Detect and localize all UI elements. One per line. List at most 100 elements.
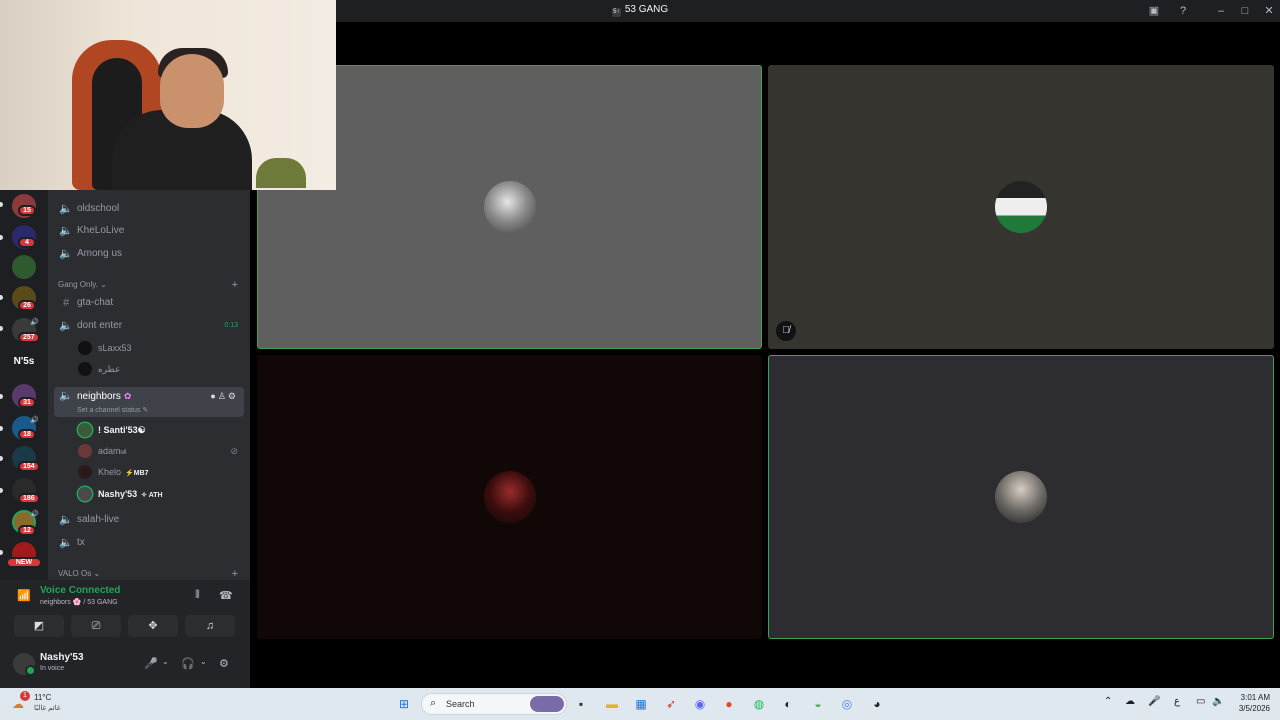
server-icon: 5↑ (611, 8, 621, 17)
network-icon[interactable]: ▭ (1196, 696, 1205, 707)
video-tile-2[interactable]: 🎙̸ (768, 65, 1274, 349)
minimize-button[interactable]: – (1213, 3, 1229, 19)
headphones-icon[interactable]: 🎧 (181, 657, 195, 670)
chevron-down-icon[interactable]: ⌄ (162, 657, 169, 666)
unread-dot (0, 426, 3, 431)
task-view-icon[interactable]: ▪ (571, 694, 591, 714)
steam-icon[interactable]: ◐ (778, 694, 798, 714)
unread-dot (0, 295, 3, 300)
voice-location[interactable]: neighbors 🌸 / 53 GANG (40, 598, 118, 606)
voice-channel-dont-enter[interactable]: 🔈 dont enter 0:13 (54, 316, 244, 336)
spotify-icon[interactable]: ◍ (749, 694, 769, 714)
video-tile-4[interactable] (768, 355, 1274, 639)
speaker-icon: 🔊 (30, 511, 39, 518)
close-button[interactable]: ✕ (1261, 3, 1277, 19)
chevron-up-icon[interactable]: ⌃ (1104, 696, 1112, 707)
store-icon[interactable]: ▦ (631, 694, 651, 714)
speaker-icon: 🔈 (59, 320, 73, 332)
camera-off-button[interactable]: ◩ (14, 615, 64, 637)
voice-channel-salah-live[interactable]: 🔈 salah-live (54, 510, 244, 530)
category-gang-only[interactable]: Gang Only. ⌄ + (58, 278, 244, 292)
category-valo[interactable]: VALO Os ⌄ + (58, 567, 244, 580)
channel-status[interactable]: Set a channel status ✎ (77, 402, 148, 420)
chevron-down-icon[interactable]: ⌄ (200, 657, 207, 666)
speaker-icon: 🔊 (30, 417, 39, 424)
help-icon[interactable]: ? (1175, 3, 1191, 19)
avatar (483, 181, 536, 233)
cloud-icon[interactable]: ☁ (1125, 696, 1135, 707)
voice-status[interactable]: Voice Connected (40, 585, 120, 596)
discord-icon[interactable]: ◉ (690, 694, 710, 714)
game-launcher-icon[interactable]: ➶ (661, 694, 681, 714)
voice-member[interactable]: ! Santi'53☯ (78, 420, 244, 440)
activities-button[interactable]: ✥ (128, 615, 178, 637)
weather-temp[interactable]: 11°C (34, 693, 51, 702)
voice-channel-oldschool[interactable]: 🔈 oldschool (54, 199, 244, 219)
avatar (78, 362, 92, 376)
channel-timer: 0:13 (224, 322, 238, 329)
weather-description[interactable]: غائم غالبًا (34, 704, 61, 712)
voice-member[interactable]: Khelo ⚡MB7 (78, 462, 244, 482)
voice-member[interactable]: عطره (78, 359, 244, 379)
mention-badge: 26 (18, 300, 36, 311)
person-head (160, 54, 224, 128)
maximize-button[interactable]: □ (1237, 3, 1253, 19)
member-name: Nashy'53 (98, 489, 138, 499)
voice-channel-neighbors[interactable]: 🔈 neighbors ✿ Set a channel status ✎ ●♙⚙ (54, 387, 244, 417)
file-explorer-icon[interactable]: ▬ (602, 694, 622, 714)
search-highlight-icon (530, 696, 564, 712)
mention-badge: 4 (18, 237, 36, 248)
add-channel-icon[interactable]: + (232, 278, 238, 292)
weather-icon[interactable]: ☁ (8, 694, 28, 714)
volume-icon[interactable]: 🔈 (1212, 696, 1224, 707)
disconnect-icon[interactable]: ☎ (219, 589, 233, 602)
noise-suppression-icon[interactable]: ⦀ (195, 589, 200, 602)
voice-channel-among-us[interactable]: 🔈 Among us (54, 244, 244, 264)
chat-icon[interactable]: ● (210, 391, 217, 401)
speaker-icon: 🔈 (59, 225, 73, 237)
invite-icon[interactable]: ♙ (218, 391, 228, 401)
microphone-icon[interactable]: 🎤 (144, 657, 158, 670)
voice-channel-khelolive[interactable]: 🔈 KheLoLive (54, 221, 244, 241)
server-rail: 15 4 26 🔊 257 N'5s 31 🔊 18 154 186 🔊 12 … (0, 190, 48, 580)
user-name[interactable]: Nashy'53 (40, 652, 84, 663)
mention-badge: 31 (18, 397, 36, 408)
windows-start-icon[interactable]: ⊞ (394, 694, 414, 714)
channel-actions: ●♙⚙ (210, 387, 238, 405)
taskbar-search[interactable]: ⌕ Search (421, 693, 567, 715)
microphone-icon[interactable]: 🎤 (1148, 696, 1160, 707)
app-icon[interactable]: ◕ (867, 694, 887, 714)
app-icon[interactable]: ◒ (808, 694, 828, 714)
unread-dot (0, 326, 3, 331)
channel-name: salah-live (77, 514, 120, 525)
screen-share-button[interactable]: ⎚ (71, 615, 121, 637)
clock-date[interactable]: 3/5/2026 (1230, 704, 1270, 713)
channel-name: KheLoLive (77, 225, 125, 236)
chrome-icon[interactable]: ◎ (837, 694, 857, 714)
voice-member[interactable]: Nashy'53 ✧ ATH (78, 484, 244, 504)
app-icon[interactable]: ● (719, 694, 739, 714)
discord-window: 5↑ 53 GANG ▣ ? – □ ✕ 🎙̸ 15 4 26 🔊 257 N'… (0, 0, 1280, 688)
voice-member[interactable]: sLaxx53 (78, 338, 244, 358)
webcam-overlay (0, 0, 336, 190)
soundboard-button[interactable]: ♫ (185, 615, 235, 637)
video-tile-3[interactable] (257, 355, 762, 639)
user-avatar[interactable] (13, 653, 36, 676)
clock-time[interactable]: 3:01 AM (1230, 693, 1270, 702)
voice-member[interactable]: adam㎃ ⊘ (78, 441, 244, 461)
gear-icon[interactable]: ⚙ (219, 657, 229, 670)
hash-icon: # (62, 297, 70, 309)
mention-badge: 186 (18, 493, 40, 504)
unread-dot (0, 456, 3, 461)
voice-channel-tx[interactable]: 🔈 tx (54, 533, 244, 553)
voice-panel: 📶 Voice Connected neighbors 🌸 / 53 GANG … (0, 580, 250, 688)
server-icon[interactable] (12, 255, 36, 279)
inbox-icon[interactable]: ▣ (1146, 3, 1162, 19)
member-name: Khelo (98, 467, 122, 477)
gear-icon[interactable]: ⚙ (228, 391, 238, 401)
signal-icon[interactable]: 📶 (17, 589, 31, 602)
text-channel-gta-chat[interactable]: # gta-chat (54, 293, 244, 313)
server-icon[interactable]: N'5s (12, 350, 36, 374)
add-channel-icon[interactable]: + (232, 567, 238, 580)
language-indicator[interactable]: ع (1174, 696, 1180, 707)
